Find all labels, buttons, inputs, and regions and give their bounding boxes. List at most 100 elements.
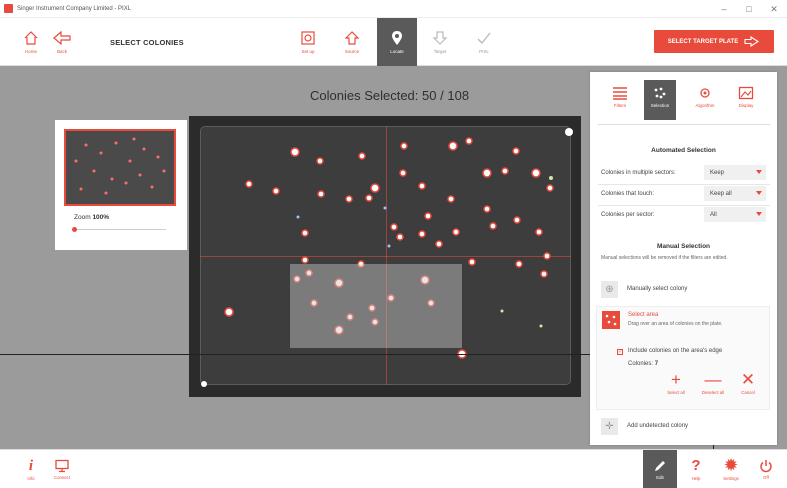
deselect-all-button[interactable]: — Deselect all [699, 371, 727, 395]
tab-selection[interactable]: Selection [644, 80, 676, 120]
target-arrow-icon [432, 31, 448, 45]
manual-selection-note: Manual selections will be removed if the… [601, 255, 728, 261]
tab-algorithm[interactable]: Algorithm [689, 80, 721, 120]
help-button[interactable]: ? Help [679, 450, 713, 488]
step-target[interactable]: Target [420, 18, 460, 66]
step-pixl-label: PIXL [479, 49, 489, 54]
off-label: Off [763, 475, 769, 480]
zoom-slider[interactable] [72, 227, 166, 232]
plate-thumbnail[interactable] [64, 129, 176, 206]
power-icon [760, 460, 772, 473]
minus-icon: — [704, 370, 722, 389]
edit-label: Edit [656, 475, 664, 480]
plus-icon: + [671, 370, 681, 389]
multiple-sectors-select[interactable]: Keep [704, 165, 766, 180]
settings-button[interactable]: ✹ Settings [714, 450, 748, 488]
pencil-icon [655, 461, 665, 471]
help-label: Help [691, 476, 701, 481]
locate-pin-icon [392, 31, 402, 45]
gear-icon: ✹ [724, 457, 738, 474]
add-undetected-colony-button[interactable]: ✛ Add undetected colony [598, 415, 770, 437]
select-target-plate-button[interactable]: SELECT TARGET PLATE [654, 30, 774, 53]
step-locate[interactable]: Locate [377, 18, 417, 66]
include-edge-label[interactable]: Include colonies on the area's edge [628, 348, 722, 354]
tab-display-label: Display [738, 103, 754, 108]
crosshair-icon: ⊕ [601, 280, 618, 298]
source-icon [344, 31, 360, 45]
counter-prefix: Colonies Selected: [310, 88, 419, 103]
info-label: Info [27, 476, 35, 481]
connect-button[interactable]: Connect [45, 450, 79, 488]
check-icon [477, 32, 491, 45]
back-label: Back [56, 49, 67, 54]
tab-display[interactable]: Display [730, 80, 762, 120]
callout-line-checkbox [0, 354, 600, 355]
step-source-label: Source [344, 49, 360, 54]
add-undetected-colony-label: Add undetected colony [627, 423, 689, 429]
home-icon [24, 31, 38, 45]
area-colonies-value: 7 [654, 361, 659, 367]
back-button[interactable]: Back [42, 18, 82, 66]
chevron-down-icon [756, 191, 762, 195]
bottom-bar: i Info Connect Edit ? Help ✹ Settings Of… [0, 449, 787, 488]
thumbnail-colonies [74, 137, 166, 195]
page-title: SELECT COLONIES [110, 38, 184, 47]
info-icon: i [28, 458, 34, 474]
setup-icon [301, 31, 315, 45]
tab-filters-label: Filters [613, 103, 627, 108]
step-pixl[interactable]: PIXL [464, 18, 504, 66]
manually-select-colony-button[interactable]: ⊕ Manually select colony [598, 278, 770, 300]
filters-icon [613, 87, 627, 100]
area-dots-icon [605, 314, 617, 326]
maximize-button[interactable]: □ [737, 0, 761, 18]
minimize-button[interactable]: – [712, 0, 736, 18]
select-all-label: Select all [667, 390, 685, 395]
close-window-button[interactable]: ✕ [762, 0, 786, 18]
selected-area-rectangle[interactable] [290, 264, 462, 348]
cancel-area-button[interactable]: ✕ Cancel [734, 371, 762, 395]
tab-algorithm-label: Algorithm [695, 103, 715, 108]
home-label: Home [24, 49, 37, 54]
zoom-readout: Zoom 100% [74, 214, 109, 221]
zoom-label: Zoom [74, 214, 91, 221]
select-all-button[interactable]: + Select all [662, 371, 690, 395]
counter-separator: / [440, 88, 444, 103]
settings-label: Settings [723, 476, 739, 481]
selection-icon [654, 87, 666, 99]
select-area-description: Drag over an area of colonies on the pla… [628, 321, 723, 327]
zoom-value: 100% [92, 214, 110, 221]
power-off-button[interactable]: Off [749, 450, 783, 488]
display-icon [738, 86, 754, 100]
select-area-icon[interactable] [602, 311, 620, 329]
colonies-per-sector-select[interactable]: All [704, 207, 766, 222]
info-button[interactable]: i Info [14, 450, 48, 488]
area-colonies-label: Colonies: [628, 361, 654, 367]
include-edge-checkbox[interactable]: ✓ [617, 349, 623, 355]
select-area-title[interactable]: Select area [628, 312, 658, 318]
multiple-sectors-label: Colonies in multiple sectors: [601, 170, 676, 176]
step-target-label: Target [433, 49, 447, 54]
back-arrow-icon [53, 30, 71, 46]
zoom-slider-knob[interactable] [72, 227, 77, 232]
top-toolbar: Home Back SELECT COLONIES Set up Source … [0, 18, 787, 66]
selection-panel: Filters Selection Algorithm Display Auto… [590, 72, 777, 445]
window-titlebar: Singer Instrument Company Limited - PIXL… [0, 0, 787, 18]
window-title: Singer Instrument Company Limited - PIXL [17, 5, 132, 12]
colonies-touch-select[interactable]: Keep all [704, 186, 766, 201]
counter-total: 108 [447, 88, 470, 103]
counter-selected: 50 [422, 88, 437, 103]
tab-divider [598, 124, 770, 125]
colonies-per-sector-label: Colonies per sector: [601, 212, 655, 218]
manual-selection-heading: Manual Selection [656, 243, 711, 250]
step-setup[interactable]: Set up [288, 18, 328, 66]
area-colony-count: Colonies: 7 [628, 361, 658, 367]
tab-filters[interactable]: Filters [604, 80, 636, 120]
row-divider [598, 205, 770, 206]
select-target-plate-label: SELECT TARGET PLATE [667, 38, 739, 45]
algorithm-icon [700, 88, 710, 98]
step-source[interactable]: Source [332, 18, 372, 66]
chevron-down-icon [756, 212, 762, 216]
edit-button[interactable]: Edit [643, 450, 677, 488]
multiple-sectors-value: Keep [710, 169, 725, 176]
app-logo-icon [4, 4, 13, 13]
